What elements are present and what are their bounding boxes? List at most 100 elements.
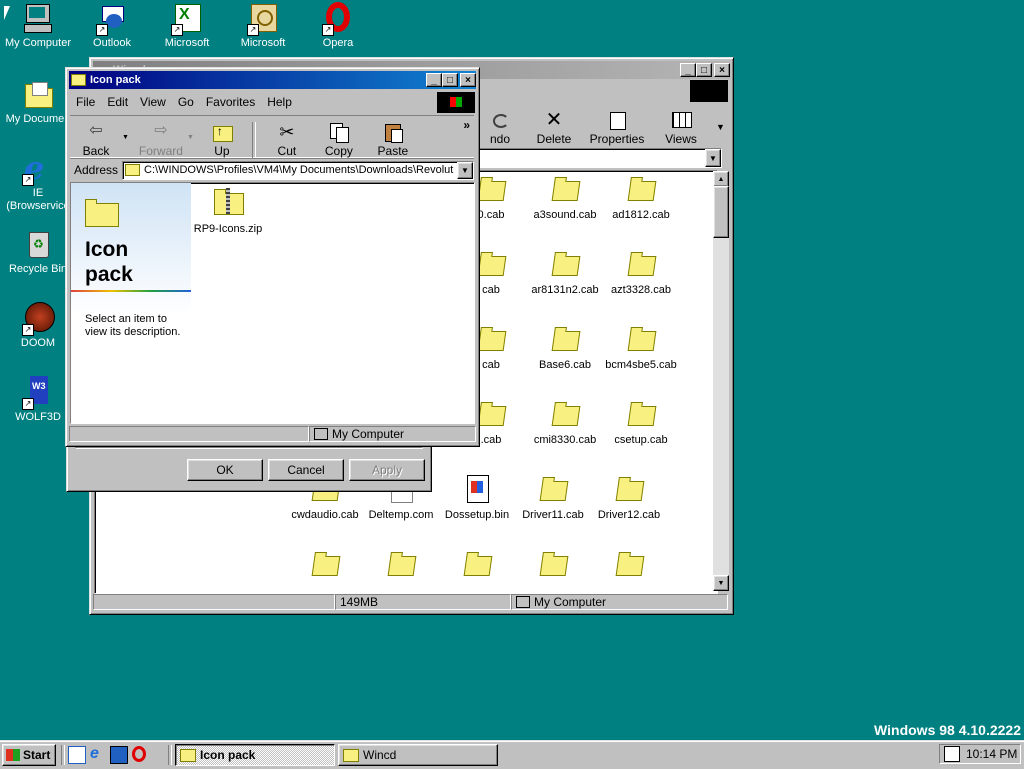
scroll-down-button[interactable]: ▼ — [713, 575, 729, 591]
web-view-title: Icon pack — [85, 238, 133, 286]
scroll-up-button[interactable]: ▲ — [713, 171, 729, 187]
maximize-button[interactable]: □ — [442, 73, 458, 87]
vertical-scrollbar[interactable]: ▲ ▼ — [713, 171, 729, 591]
folder-icon — [125, 164, 141, 176]
toolbar-more-chevron[interactable]: » — [459, 116, 474, 134]
system-tray: 10:14 PM — [939, 744, 1021, 764]
clock[interactable]: 10:14 PM — [966, 747, 1017, 761]
back-dropdown-arrow[interactable]: ▼ — [122, 134, 129, 141]
task-wincd[interactable]: Wincd — [338, 744, 498, 766]
properties-icon — [606, 110, 628, 130]
taskbar-separator — [168, 745, 172, 765]
cab-folder-icon — [537, 548, 569, 580]
icon-pack-window[interactable]: Icon pack _ □ × File Edit View Go Favori… — [65, 67, 480, 447]
desktop-icon-outlook[interactable]: ↗ Microsoft — [225, 2, 301, 50]
desktop-icon-my-computer[interactable]: My Computer — [0, 2, 76, 50]
file-item-partial[interactable] — [361, 548, 441, 584]
file-item[interactable]: a3sound.cab — [525, 173, 605, 221]
status-location: My Computer — [511, 594, 728, 610]
cab-folder-icon — [613, 548, 645, 580]
file-item[interactable]: csetup.cab — [601, 398, 681, 446]
show-desktop-icon[interactable] — [110, 746, 128, 764]
copy-label: Copy — [324, 144, 353, 158]
minimize-button[interactable]: _ — [680, 63, 696, 77]
file-item[interactable]: bcm4sbe5.cab — [601, 323, 681, 371]
file-label: csetup.cab — [614, 434, 668, 446]
file-label: Driver11.cab — [522, 509, 584, 521]
scheduler-tray-icon[interactable] — [944, 746, 960, 762]
ok-button[interactable]: OK — [187, 459, 263, 481]
cancel-button[interactable]: Cancel — [268, 459, 344, 481]
maximize-button[interactable]: □ — [696, 63, 712, 77]
file-item-partial[interactable] — [513, 548, 593, 584]
file-item-partial[interactable] — [285, 548, 365, 584]
menu-favorites[interactable]: Favorites — [200, 95, 261, 109]
forward-label: Forward — [138, 144, 183, 158]
file-item[interactable]: azt3328.cab — [601, 248, 681, 296]
close-button[interactable]: × — [714, 63, 730, 77]
my-documents-icon — [22, 78, 54, 110]
window-title: Icon pack — [90, 74, 141, 86]
file-item-zip[interactable]: RP9-Icons.zip — [188, 187, 268, 235]
address-dropdown-button[interactable]: ▼ — [457, 161, 473, 179]
menu-bar: File Edit View Go Favorites Help — [70, 93, 475, 111]
cab-folder-icon — [625, 323, 657, 355]
file-item[interactable]: cmi8330.cab — [525, 398, 605, 446]
file-item-partial[interactable] — [589, 548, 669, 584]
windows-logo-throbber — [437, 92, 475, 113]
delete-label: Delete — [536, 132, 572, 146]
address-dropdown-button[interactable]: ▼ — [705, 149, 721, 167]
file-item[interactable]: Driver11.cab — [513, 473, 593, 521]
file-label: Deltemp.com — [368, 509, 434, 521]
cut-button[interactable]: ✂ Cut — [262, 118, 312, 158]
menu-help[interactable]: Help — [261, 95, 298, 109]
desktop-icon-opera[interactable]: ↗ Opera — [300, 2, 376, 50]
views-dropdown-arrow[interactable]: ▼ — [716, 122, 725, 132]
outlook-express-quicklaunch-icon[interactable] — [68, 746, 86, 764]
desktop-icon-label: Outlook — [93, 37, 131, 49]
forward-button: ⇨ Forward — [135, 118, 187, 158]
menu-file[interactable]: File — [70, 95, 101, 109]
copy-icon — [328, 122, 350, 143]
folder-content-view[interactable]: Icon pack Select an item to view its des… — [70, 182, 475, 424]
file-item[interactable]: Driver12.cab — [589, 473, 669, 521]
file-item[interactable]: ad1812.cab — [601, 173, 681, 221]
desktop-icon-excel[interactable]: X ↗ Microsoft — [149, 2, 225, 50]
web-view-description: Select an item to view its description. — [85, 313, 181, 338]
internet-explorer-icon: e ↗ — [22, 149, 45, 187]
cab-folder-icon — [549, 323, 581, 355]
back-window-address-bar[interactable]: ▼ — [475, 148, 722, 168]
internet-explorer-quicklaunch-icon[interactable]: e — [90, 746, 106, 762]
dialog-separator — [75, 447, 423, 449]
properties-button[interactable]: Properties — [588, 106, 646, 146]
file-item[interactable]: Base6.cab — [525, 323, 605, 371]
address-bar: Address C:\WINDOWS\Profiles\VM4\My Docum… — [70, 158, 474, 181]
icon-pack-titlebar[interactable]: Icon pack _ □ × — [69, 71, 476, 89]
menu-view[interactable]: View — [134, 95, 172, 109]
menu-edit[interactable]: Edit — [101, 95, 134, 109]
desktop-icon-outlook-express[interactable]: ↗ Outlook — [74, 2, 150, 50]
task-icon-pack[interactable]: Icon pack — [175, 744, 335, 766]
scroll-thumb[interactable] — [713, 186, 729, 238]
copy-button[interactable]: Copy — [312, 118, 366, 158]
folder-icon — [343, 748, 359, 762]
views-button[interactable]: Views — [656, 106, 706, 146]
file-item-partial[interactable] — [437, 548, 517, 584]
opera-quicklaunch-icon[interactable] — [132, 746, 146, 762]
back-window-statusbar: 149MB My Computer — [93, 594, 728, 610]
start-button[interactable]: Start — [2, 744, 56, 766]
up-button[interactable]: ↑ Up — [198, 118, 246, 158]
paste-button[interactable]: Paste — [366, 118, 420, 158]
status-size: 149MB — [335, 594, 511, 610]
undo-button[interactable]: ndo — [480, 106, 520, 146]
file-item[interactable]: ar8131n2.cab — [525, 248, 605, 296]
dialog-window[interactable]: OK Cancel Apply — [66, 440, 432, 492]
menu-go[interactable]: Go — [172, 95, 200, 109]
address-input[interactable]: C:\WINDOWS\Profiles\VM4\My Documents\Dow… — [122, 160, 474, 180]
file-label: a3sound.cab — [533, 209, 597, 221]
file-item[interactable]: Dossetup.bin — [437, 473, 517, 521]
close-button[interactable]: × — [460, 73, 476, 87]
delete-button[interactable]: ✕ Delete — [530, 106, 578, 146]
back-button[interactable]: ⇦ Back — [70, 118, 122, 158]
minimize-button[interactable]: _ — [426, 73, 442, 87]
